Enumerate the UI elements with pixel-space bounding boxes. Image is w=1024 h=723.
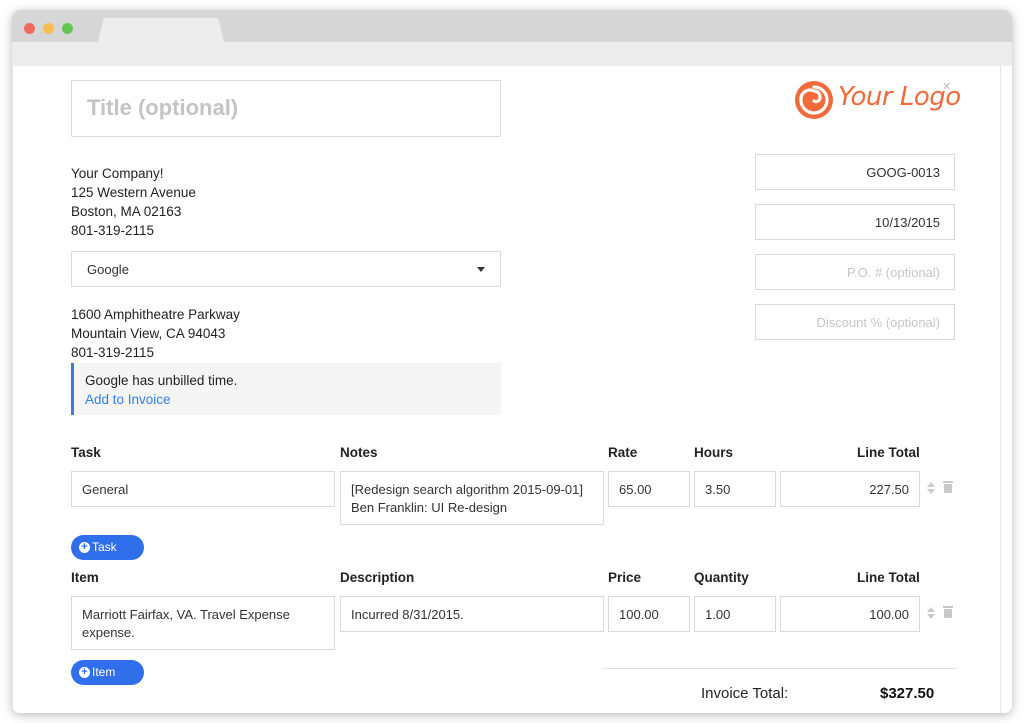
- trash-icon[interactable]: [943, 606, 953, 618]
- browser-window: Title (optional) Your Company! 125 Weste…: [12, 10, 1012, 713]
- discount-input[interactable]: Discount % (optional): [755, 304, 955, 340]
- unbilled-time-notice: Google has unbilled time. Add to Invoice: [71, 363, 501, 415]
- item-description-input[interactable]: Incurred 8/31/2015.: [340, 596, 604, 632]
- client-select-value: Google: [87, 262, 129, 277]
- column-header-item: Item: [71, 570, 99, 585]
- invoice-date-input[interactable]: 10/13/2015: [755, 204, 955, 240]
- column-header-task: Task: [71, 445, 101, 460]
- item-name-line: expense.: [82, 625, 135, 640]
- column-header-price: Price: [608, 570, 642, 585]
- client-address-line2: Mountain View, CA 94043: [71, 326, 226, 341]
- item-name-line: Marriott Fairfax, VA. Travel Expense: [82, 607, 290, 622]
- invoice-total-label: Invoice Total:: [701, 685, 789, 702]
- item-quantity-input[interactable]: 1.00: [694, 596, 776, 632]
- chevron-down-icon: [477, 267, 485, 272]
- column-header-quantity: Quantity: [694, 570, 749, 585]
- task-row-actions: [927, 481, 957, 501]
- plus-circle-icon: +: [79, 542, 90, 553]
- column-header-description: Description: [340, 570, 415, 585]
- item-name-input[interactable]: Marriott Fairfax, VA. Travel Expense exp…: [71, 596, 335, 650]
- task-notes-line: [Redesign search algorithm 2015-09-01]: [351, 482, 583, 497]
- company-phone: 801-319-2115: [71, 223, 155, 238]
- add-item-label: Item: [92, 665, 116, 679]
- add-task-button[interactable]: + Task: [71, 535, 144, 560]
- plus-circle-icon: +: [79, 667, 90, 678]
- invoice-number-input[interactable]: GOOG-0013: [755, 154, 955, 190]
- column-header-hours: Hours: [694, 445, 734, 460]
- reorder-icon[interactable]: [927, 606, 935, 620]
- reorder-icon[interactable]: [927, 481, 935, 495]
- add-to-invoice-link[interactable]: Add to Invoice: [85, 390, 490, 409]
- task-hours-input[interactable]: 3.50: [694, 471, 776, 507]
- window-chrome: [12, 10, 1012, 66]
- company-address-line2: Boston, MA 02163: [71, 204, 182, 219]
- browser-tab[interactable]: [96, 18, 226, 50]
- task-line-total: 227.50: [780, 471, 920, 507]
- company-name: Your Company!: [71, 166, 164, 181]
- company-logo[interactable]: Your Logo ✕: [792, 76, 962, 124]
- invoice-total-value: $327.50: [880, 685, 935, 702]
- item-price-input[interactable]: 100.00: [608, 596, 690, 632]
- client-select[interactable]: Google: [71, 251, 501, 287]
- task-notes-input[interactable]: [Redesign search algorithm 2015-09-01] B…: [340, 471, 604, 525]
- close-window-button[interactable]: [24, 23, 35, 34]
- minimize-window-button[interactable]: [43, 23, 54, 34]
- task-rate-input[interactable]: 65.00: [608, 471, 690, 507]
- client-address-line1: 1600 Amphitheatre Parkway: [71, 307, 240, 322]
- column-header-line-total: Line Total: [857, 445, 920, 460]
- item-row-actions: [927, 606, 957, 626]
- add-item-button[interactable]: + Item: [71, 660, 144, 685]
- total-divider: [602, 668, 956, 669]
- column-header-notes: Notes: [340, 445, 378, 460]
- task-notes-line: Ben Franklin: UI Re-design: [351, 500, 508, 515]
- column-header-rate: Rate: [608, 445, 638, 460]
- invoice-editor: Title (optional) Your Company! 125 Weste…: [12, 66, 1012, 713]
- notice-message: Google has unbilled time.: [85, 373, 238, 388]
- remove-logo-close-icon[interactable]: ✕: [942, 80, 951, 93]
- spiral-logo-icon: [795, 81, 833, 119]
- item-line-total: 100.00: [780, 596, 920, 632]
- client-phone: 801-319-2115: [71, 345, 155, 360]
- add-task-label: Task: [92, 540, 117, 554]
- maximize-window-button[interactable]: [62, 23, 73, 34]
- title-input[interactable]: Title (optional): [71, 80, 501, 137]
- column-header-line-total: Line Total: [857, 570, 920, 585]
- trash-icon[interactable]: [943, 481, 953, 493]
- task-name-input[interactable]: General: [71, 471, 335, 507]
- po-number-input[interactable]: P.O. # (optional): [755, 254, 955, 290]
- company-address-line1: 125 Western Avenue: [71, 185, 196, 200]
